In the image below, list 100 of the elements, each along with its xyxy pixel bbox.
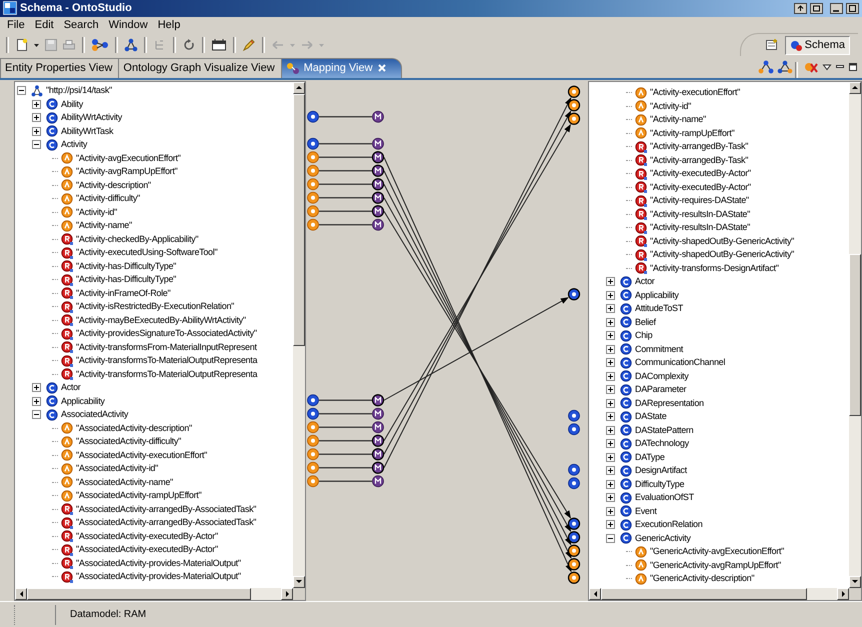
menu-item[interactable]: Edit — [30, 18, 58, 31]
tree-item[interactable]: ExecutionRelation — [635, 518, 702, 532]
expander[interactable] — [606, 304, 615, 314]
tree-item[interactable]: Commitment — [635, 342, 684, 356]
expander[interactable] — [606, 452, 615, 462]
expander[interactable] — [606, 466, 615, 476]
tree-item[interactable]: "Activity-mayBeExecutedBy-AbilityWrtActivity" — [76, 314, 246, 327]
tree-item[interactable]: "Activity-difficulty" — [76, 192, 140, 206]
expander[interactable] — [17, 86, 26, 96]
tree-item[interactable]: "AssociatedActivity-executedBy-Actor" — [76, 543, 218, 556]
help-button[interactable] — [794, 2, 807, 14]
tab[interactable]: Entity Properties View — [0, 58, 120, 78]
tree-item[interactable]: "Activity-requires-DAState" — [650, 194, 749, 208]
perspective-button[interactable]: Schema — [784, 36, 850, 55]
expander[interactable] — [32, 396, 41, 406]
pen-icon[interactable] — [242, 38, 256, 52]
tab[interactable]: Mapping View — [280, 58, 402, 78]
tree-item[interactable]: Belief — [635, 316, 656, 329]
tree-item[interactable]: "Activity-executedBy-Actor" — [650, 180, 751, 194]
tree-item[interactable]: "AssociatedActivity-description" — [76, 422, 192, 435]
scrollbar[interactable] — [15, 588, 305, 600]
menu-item[interactable]: File — [3, 18, 29, 31]
tree-item[interactable]: Ability — [61, 98, 83, 111]
expander[interactable] — [32, 126, 41, 136]
tree-item[interactable]: "Activity-transformsTo-MaterialOutputRepresenta — [76, 354, 258, 368]
tree-item[interactable]: AbilityWrtTask — [61, 124, 114, 138]
tree-item[interactable]: "GenericActivity-description" — [650, 572, 754, 586]
tree-item[interactable]: CommunicationChannel — [635, 356, 726, 370]
expander[interactable] — [606, 331, 615, 340]
menu-item[interactable]: Window — [104, 18, 152, 31]
expander[interactable] — [606, 493, 615, 502]
tree-item[interactable]: DAComplexity — [635, 370, 688, 383]
expander[interactable] — [606, 344, 615, 354]
hierarchy-icon[interactable] — [777, 60, 793, 74]
tree-item[interactable]: DAParameter — [635, 383, 686, 396]
expander[interactable] — [32, 383, 41, 392]
tree-item[interactable]: "Activity-executedBy-Actor" — [650, 167, 751, 180]
tree-item[interactable]: Applicability — [61, 394, 105, 408]
tree-item[interactable]: "Activity-id" — [76, 206, 117, 219]
tree-item[interactable]: "Activity-arrangedBy-Task" — [650, 140, 748, 154]
close-icon[interactable] — [376, 63, 387, 74]
tree-item[interactable]: "AssociatedActivity-provides-MaterialOutput" — [76, 570, 241, 584]
tree-item[interactable]: "Activity-description" — [76, 178, 151, 192]
restore-button[interactable] — [810, 2, 823, 14]
tree-item[interactable]: "AssociatedActivity-provides-MaterialOutput" — [76, 556, 241, 570]
open-perspective-icon[interactable] — [764, 38, 779, 52]
mapping-icon[interactable] — [91, 38, 109, 52]
tree-item[interactable]: AbilityWrtActivity — [61, 111, 122, 124]
scrollbar[interactable] — [849, 82, 861, 588]
expander[interactable] — [606, 506, 615, 516]
tree-item[interactable]: "Activity-checkedBy-Applicability" — [76, 232, 198, 246]
tree-item[interactable]: "AssociatedActivity-id" — [76, 462, 158, 476]
tree-item[interactable]: "http://psi/14/task" — [46, 84, 112, 98]
tree-item[interactable]: "Activity-has-DifficultyType" — [76, 273, 176, 286]
tree-item[interactable]: "Activity-name" — [650, 113, 706, 126]
expander[interactable] — [606, 439, 615, 448]
tree-item[interactable]: "Activity-shapedOutBy-GenericActivity" — [650, 248, 794, 262]
expander[interactable] — [606, 426, 615, 435]
expander[interactable] — [32, 113, 41, 122]
tree-item[interactable]: DAStatePattern — [635, 424, 694, 437]
minimize-button[interactable] — [830, 2, 843, 14]
tree-item[interactable]: "GenericActivity-avgRampUpEffort" — [650, 558, 781, 572]
tree-item[interactable]: DifficultyType — [635, 478, 684, 491]
tree-item[interactable]: "Activity-avgExecutionEffort" — [76, 152, 181, 165]
tree-item[interactable]: AssociatedActivity — [61, 408, 128, 422]
tree-item[interactable]: "AssociatedActivity-rampUpEffort" — [76, 489, 202, 502]
tree-item[interactable]: Event — [635, 504, 657, 518]
expander[interactable] — [606, 277, 615, 286]
tree-item[interactable]: "Activity-avgRampUpEffort" — [76, 165, 178, 178]
refresh-icon[interactable] — [182, 38, 196, 52]
tree-item[interactable]: "Activity-executedUsing-SoftwareTool" — [76, 246, 218, 260]
tree-item[interactable]: "Activity-transformsFrom-MaterialInputRepresent — [76, 340, 257, 354]
tree-item[interactable]: DARepresentation — [635, 396, 704, 410]
expander[interactable] — [32, 100, 41, 109]
tree-item[interactable]: Actor — [61, 381, 81, 394]
tree-item[interactable]: "AssociatedActivity-executionEffort" — [76, 448, 207, 462]
tree-item[interactable]: Actor — [635, 275, 655, 288]
tree-item[interactable]: "Activity-rampUpEffort" — [650, 126, 734, 140]
tree-item[interactable]: DATechnology — [635, 437, 689, 450]
graph-icon[interactable] — [758, 60, 774, 74]
tree-item[interactable]: "Activity-executionEffort" — [650, 86, 740, 100]
new-file-icon[interactable] — [15, 38, 29, 52]
tree-item[interactable]: "Activity-inFrameOf-Role" — [76, 286, 170, 300]
tree-item[interactable]: "Activity-isRestrictedBy-ExecutionRelation" — [76, 300, 234, 314]
expander[interactable] — [606, 398, 615, 408]
tree-item[interactable]: "AssociatedActivity-executedBy-Actor" — [76, 530, 218, 543]
expander[interactable] — [606, 318, 615, 327]
tree-item[interactable]: "AssociatedActivity-name" — [76, 476, 173, 489]
tree-item[interactable]: Activity — [61, 138, 88, 152]
calendar-icon[interactable] — [211, 38, 227, 52]
expander[interactable] — [606, 358, 615, 368]
tree-item[interactable]: "Activity-shapedOutBy-GenericActivity" — [650, 234, 794, 248]
tree-item[interactable]: "Activity-transformsTo-MaterialOutputRepresenta — [76, 368, 258, 381]
expander[interactable] — [32, 140, 41, 150]
tree-item[interactable]: "Activity-id" — [650, 100, 691, 113]
tree-item[interactable]: "Activity-providesSignatureTo-AssociatedActivity" — [76, 327, 257, 340]
expander[interactable] — [606, 520, 615, 530]
expander[interactable] — [606, 534, 615, 543]
scrollbar[interactable] — [293, 82, 305, 588]
tree-item[interactable]: "AssociatedActivity-arrangedBy-AssociatedTask" — [76, 502, 256, 516]
